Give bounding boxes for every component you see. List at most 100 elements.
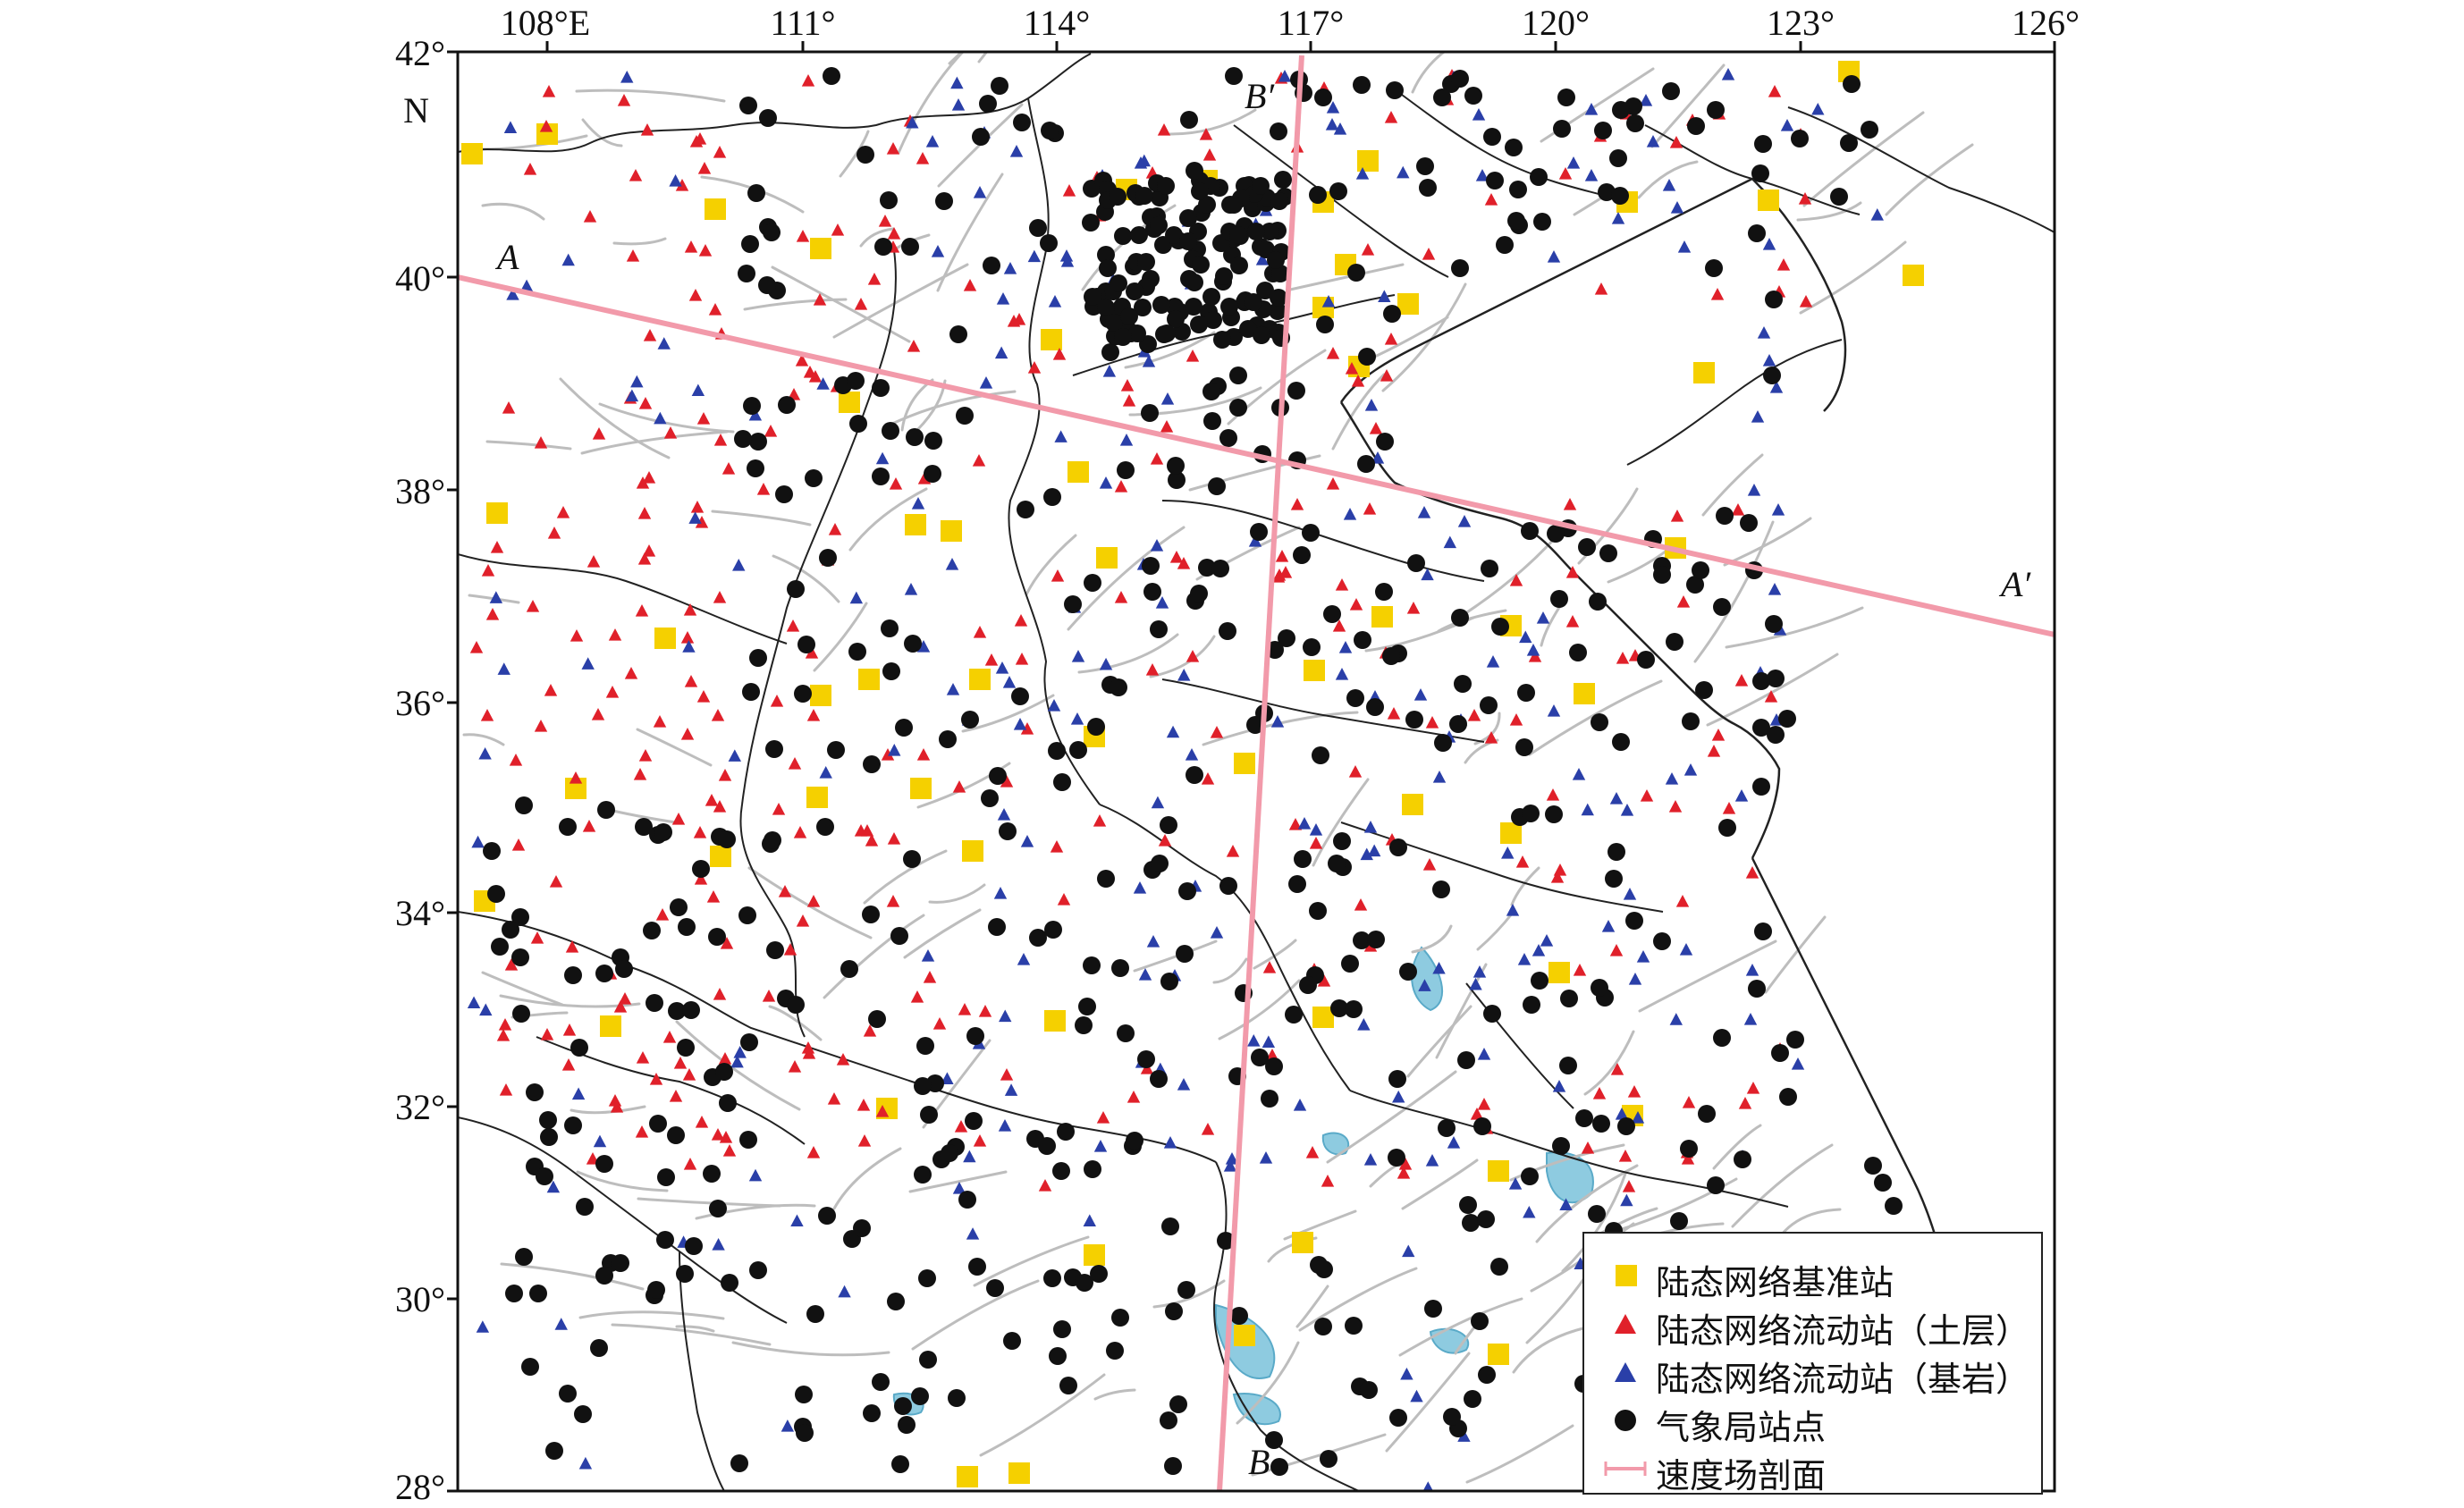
- lat-label-40: 40°: [395, 258, 445, 299]
- weather-station-point: [1261, 1090, 1278, 1108]
- weather-station-point: [872, 379, 890, 397]
- weather-station-point: [914, 1077, 932, 1095]
- weather-station-point: [1791, 130, 1809, 147]
- weather-station-point: [918, 1269, 936, 1287]
- weather-station-point: [595, 1267, 613, 1285]
- lat-label-28: 28°: [395, 1467, 445, 1507]
- legend-item-weather-station: 气象局站点: [1584, 1396, 2041, 1447]
- weather-station-point: [1471, 1312, 1489, 1330]
- weather-station-point: [1569, 644, 1587, 661]
- weather-station-point: [1267, 251, 1285, 269]
- weather-station-point: [847, 372, 865, 390]
- weather-station-point: [1347, 264, 1365, 282]
- weather-station-point: [1190, 316, 1208, 333]
- weather-station-point: [1229, 226, 1247, 244]
- weather-station-point: [1522, 805, 1540, 822]
- weather-station-point: [739, 97, 757, 114]
- weather-station-point: [1464, 87, 1482, 105]
- weather-station-point: [1477, 1210, 1495, 1228]
- weather-station-point: [1225, 67, 1243, 85]
- weather-station-point: [1169, 1395, 1187, 1413]
- weather-station-point: [1705, 259, 1723, 277]
- weather-station-point: [827, 741, 845, 759]
- weather-station-point: [718, 830, 736, 848]
- weather-station-point: [1087, 718, 1105, 736]
- weather-station-point: [1250, 523, 1268, 541]
- weather-station-point: [764, 831, 781, 849]
- weather-station-point: [1718, 819, 1736, 837]
- weather-station-point: [991, 77, 1008, 95]
- weather-station-point: [1229, 399, 1247, 417]
- weather-station-point: [570, 1039, 588, 1057]
- weather-station-point: [1075, 1016, 1093, 1034]
- weather-station-point: [1360, 1381, 1378, 1399]
- weather-station-point: [1309, 902, 1327, 920]
- base-station-square: [1234, 753, 1255, 774]
- weather-station-point: [1515, 738, 1533, 756]
- weather-station-point: [1150, 216, 1168, 234]
- weather-station-point: [1252, 177, 1270, 195]
- weather-station-point: [1864, 1157, 1882, 1175]
- weather-station-point: [924, 432, 942, 450]
- weather-station-point: [502, 921, 519, 939]
- weather-station-point: [1084, 288, 1101, 306]
- weather-station-point: [1588, 1205, 1606, 1223]
- weather-station-point: [1734, 1150, 1751, 1168]
- weather-station-point: [1288, 875, 1306, 893]
- weather-station-point: [1464, 1390, 1481, 1408]
- legend-label: 速度场剖面: [1656, 1456, 1827, 1495]
- weather-station-point: [1680, 1140, 1698, 1158]
- profile-line-icon: [1604, 1462, 1647, 1476]
- weather-station-point: [1840, 134, 1858, 152]
- base-station-square: [1488, 1160, 1509, 1182]
- weather-station-point: [1150, 1070, 1168, 1088]
- weather-station-point: [1274, 171, 1292, 189]
- weather-station-point: [1367, 931, 1385, 948]
- weather-station-point: [1057, 1123, 1075, 1141]
- weather-station-point: [1505, 139, 1523, 156]
- weather-station-point: [797, 636, 815, 653]
- weather-station-point: [564, 1116, 582, 1134]
- weather-station-point: [1160, 816, 1177, 834]
- legend-label: 陆态网络流动站（土层）: [1656, 1311, 2030, 1351]
- base-station-square: [486, 502, 508, 524]
- weather-station-point: [1653, 932, 1671, 950]
- weather-station-point: [856, 146, 874, 164]
- weather-station-point: [1017, 501, 1034, 518]
- weather-station-point: [1029, 929, 1047, 947]
- weather-station-point: [1126, 282, 1143, 300]
- weather-station-point: [1605, 870, 1623, 888]
- weather-station-point: [1192, 256, 1210, 274]
- weather-station-point: [890, 927, 908, 945]
- weather-station-point: [590, 1339, 608, 1357]
- weather-station-point: [1041, 122, 1059, 139]
- weather-station-point: [1653, 566, 1671, 584]
- weather-station-point: [872, 468, 890, 485]
- weather-station-point: [1771, 1044, 1789, 1062]
- weather-station-point: [1176, 945, 1194, 963]
- lon-label-117: 117°: [1277, 3, 1345, 43]
- weather-station-point: [1164, 1457, 1182, 1475]
- weather-station-point: [1090, 1265, 1108, 1283]
- weather-station-point: [1861, 121, 1878, 139]
- weather-station-point: [1219, 429, 1237, 447]
- weather-station-point: [1754, 135, 1772, 153]
- weather-station-point: [1763, 366, 1781, 384]
- weather-station-point: [647, 1281, 665, 1299]
- weather-station-point: [758, 276, 776, 294]
- weather-station-point: [853, 1219, 871, 1237]
- weather-station-point: [743, 397, 761, 415]
- weather-station-point: [1366, 698, 1384, 716]
- weather-station-point: [1150, 620, 1168, 638]
- weather-station-point: [1462, 1214, 1480, 1232]
- weather-station-point: [1557, 88, 1575, 106]
- weather-station-point: [1314, 1318, 1332, 1335]
- base-station-square: [1304, 660, 1325, 681]
- weather-station-point: [1353, 76, 1371, 94]
- weather-station-point: [1874, 1174, 1892, 1192]
- weather-station-point: [1106, 1342, 1124, 1360]
- weather-station-point: [1040, 234, 1058, 252]
- weather-station-point: [730, 1454, 748, 1472]
- weather-station-point: [677, 1039, 695, 1057]
- weather-station-point: [1158, 324, 1176, 342]
